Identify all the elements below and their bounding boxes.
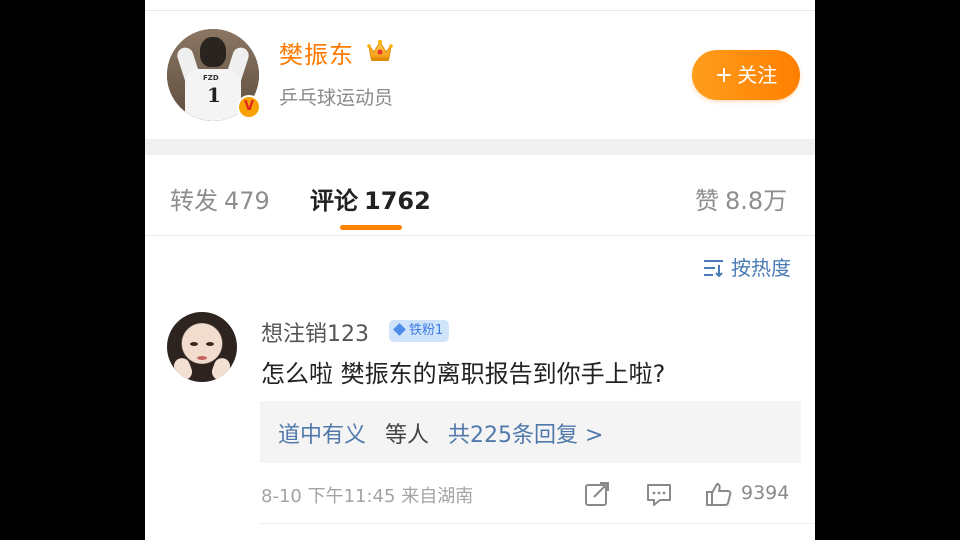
comment-icon[interactable] (645, 480, 673, 508)
plus-icon: + (714, 63, 734, 88)
author-description: 乒乓球运动员 (279, 87, 394, 109)
section-gap (145, 139, 815, 155)
sort-label: 按热度 (731, 256, 791, 280)
commenter-avatar[interactable] (167, 312, 237, 382)
follow-button[interactable]: + 关注 (692, 50, 800, 100)
tab-count: 479 (224, 187, 270, 215)
tab-label: 赞 (695, 187, 719, 215)
tab-likes[interactable]: 赞 8.8万 (695, 181, 787, 216)
like-count: 9394 (741, 482, 790, 504)
diamond-icon (393, 323, 406, 336)
tab-count: 1762 (364, 187, 431, 215)
replies-preview[interactable]: 道中有义 等人 共225条回复 > (260, 401, 801, 463)
jersey-name: FZD (203, 74, 219, 82)
fan-badge-label: 铁粉1 (409, 323, 444, 338)
divider (145, 235, 815, 236)
author-name[interactable]: 樊振东 (279, 35, 354, 70)
tab-label: 转发 (170, 187, 218, 215)
tab-bar: 转发 479 评论 1762 赞 8.8万 (145, 155, 815, 235)
comment-item: 想注销123 铁粉1 怎么啦 樊振东的离职报告到你手上啦? 道中有义 等人 共2… (145, 300, 815, 540)
author-avatar[interactable]: FZD 1 V (167, 29, 261, 121)
sort-icon (704, 260, 723, 277)
crown-icon (367, 40, 393, 61)
comment-time: 下午11:45 (307, 486, 396, 507)
reply-etc-label: 等人 (385, 423, 430, 448)
thumbs-up-icon[interactable] (705, 480, 733, 508)
commenter-name[interactable]: 想注销123 (261, 316, 369, 348)
tab-reposts[interactable]: 转发 479 (170, 181, 270, 216)
reply-count-link[interactable]: 共225条回复 > (448, 417, 603, 449)
tab-label: 评论 (310, 187, 358, 215)
sort-button[interactable]: 按热度 (703, 252, 791, 281)
comment-text: 怎么啦 樊振东的离职报告到你手上啦? (261, 360, 666, 388)
weibo-comments-panel: FZD 1 V 樊振东 乒乓球运动员 + 关注 转发 479 评论 1762 赞… (145, 0, 815, 540)
comment-meta: 8-10 下午11:45 来自湖南 (261, 482, 473, 508)
tab-count: 8.8万 (725, 187, 788, 215)
divider (260, 523, 815, 524)
comment-location: 来自湖南 (401, 486, 474, 507)
active-tab-indicator (340, 225, 402, 230)
share-icon[interactable] (583, 480, 611, 508)
comment-date: 8-10 (261, 486, 302, 507)
follow-label: 关注 (737, 63, 778, 87)
tab-comments[interactable]: 评论 1762 (310, 181, 431, 216)
verified-badge-icon: V (237, 95, 261, 119)
author-card: FZD 1 V 樊振东 乒乓球运动员 + 关注 (145, 11, 815, 139)
fan-badge[interactable]: 铁粉1 (389, 320, 450, 342)
jersey-number: 1 (207, 83, 221, 107)
reply-user-link[interactable]: 道中有义 (278, 417, 366, 449)
